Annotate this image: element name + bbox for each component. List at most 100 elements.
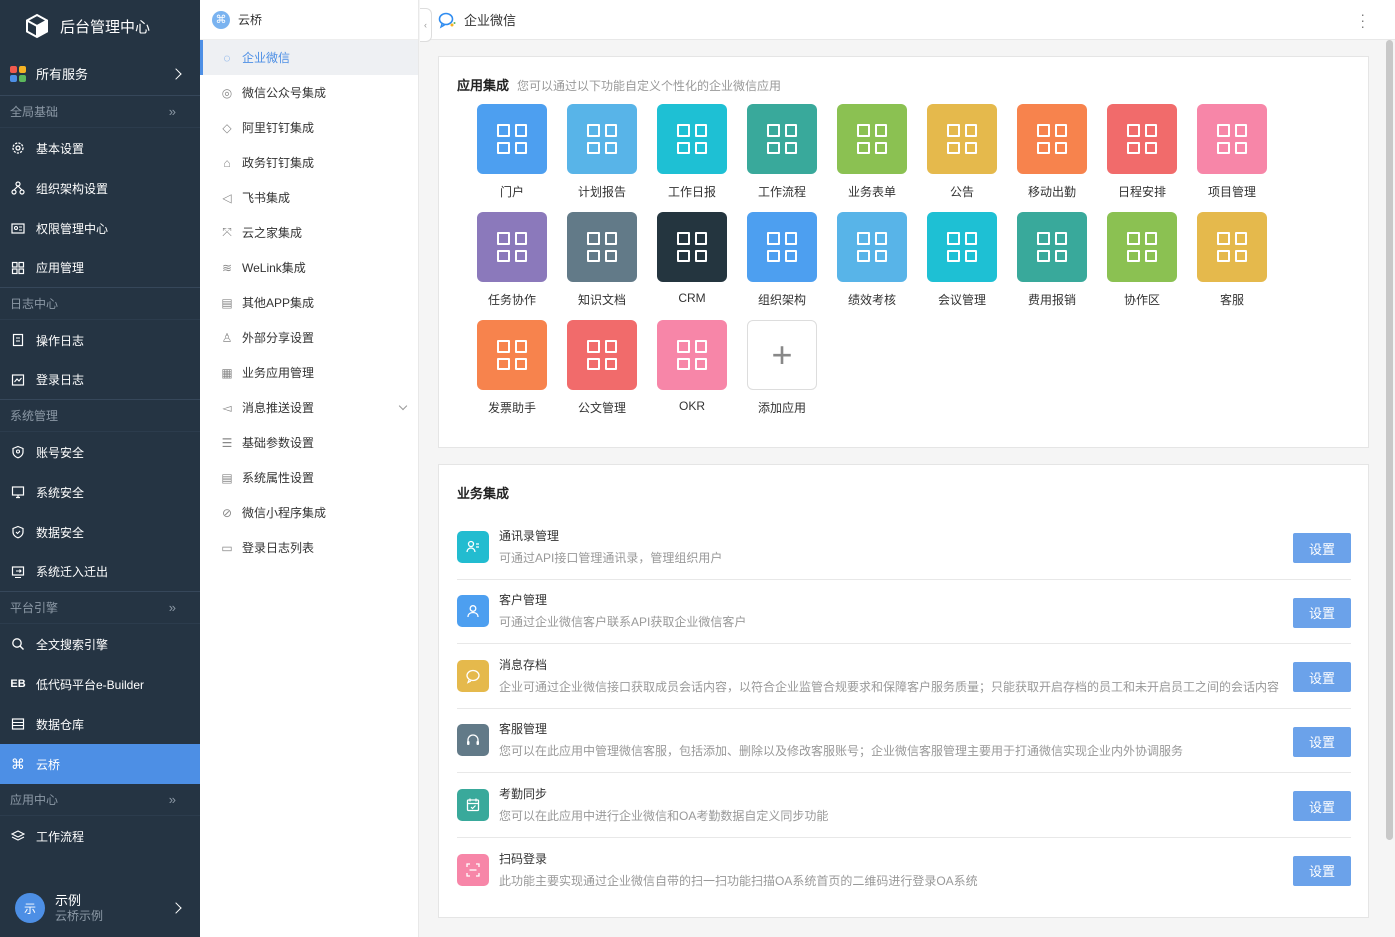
app-tile[interactable]: 发票助手 bbox=[477, 320, 547, 416]
app-icon bbox=[1197, 104, 1267, 174]
submenu-item[interactable]: ▦ 业务应用管理 bbox=[200, 355, 418, 390]
settings-button[interactable]: 设置 bbox=[1293, 533, 1351, 563]
app-tile[interactable]: 移动出勤 bbox=[1017, 104, 1087, 200]
biz-row-text: 考勤同步 您可以在此应用中进行企业微信和OA考勤数据自定义同步功能 bbox=[499, 785, 828, 825]
submenu-item-label: 飞书集成 bbox=[242, 191, 291, 205]
settings-button[interactable]: 设置 bbox=[1293, 791, 1351, 821]
main-content: ‹ 企业微信 · · · 应用集成 您可以通过以下功能自定义个性化的企业微信应用 门户… bbox=[420, 0, 1395, 937]
sidebar-item-data-warehouse[interactable]: 数据仓库 bbox=[0, 704, 200, 744]
app-label: 任务协作 bbox=[487, 293, 536, 307]
sidebar-item-operation-log[interactable]: 操作日志 bbox=[0, 320, 200, 360]
sidebar-item-account-security[interactable]: 账号安全 bbox=[0, 432, 200, 472]
transfer-icon bbox=[10, 564, 26, 580]
section-label: 日志中心 bbox=[10, 297, 59, 311]
section-header-app-center[interactable]: 应用中心 » bbox=[0, 784, 200, 816]
settings-button[interactable]: 设置 bbox=[1293, 855, 1351, 886]
sidebar-item-system-security[interactable]: 系统安全 bbox=[0, 472, 200, 512]
biz-section-title: 业务集成 bbox=[457, 486, 510, 501]
app-tile[interactable]: 协作区 bbox=[1107, 212, 1177, 308]
all-services-button[interactable]: 所有服务 bbox=[0, 52, 200, 96]
submenu-item[interactable]: ◎ 微信公众号集成 bbox=[200, 75, 418, 110]
submenu-item[interactable]: ☰ 基础参数设置 bbox=[200, 425, 418, 460]
sidebar-item-data-security[interactable]: 数据安全 bbox=[0, 512, 200, 552]
sidebar-item-org-settings[interactable]: 组织架构设置 bbox=[0, 168, 200, 208]
collapse-submenu-button[interactable]: ‹ bbox=[420, 8, 432, 42]
app-tile[interactable]: 任务协作 bbox=[477, 212, 547, 308]
submenu-item[interactable]: ▤ 其他APP集成 bbox=[200, 285, 418, 320]
app-tile[interactable]: CRM bbox=[657, 212, 727, 305]
app-tile[interactable]: 项目管理 bbox=[1197, 104, 1267, 200]
biz-row: 扫码登录 此功能主要实现通过企业微信自带的扫一扫功能扫描OA系统首页的二维码进行登… bbox=[457, 838, 1351, 903]
app-tile[interactable]: 工作日报 bbox=[657, 104, 727, 200]
app-label: 发票助手 bbox=[487, 401, 536, 415]
section-header-engine[interactable]: 平台引擎 » bbox=[0, 592, 200, 624]
app-tile[interactable]: 工作流程 bbox=[747, 104, 817, 200]
double-chevron-icon: » bbox=[168, 600, 176, 615]
biz-row: 通讯录管理 可通过API接口管理通讯录，管理组织用户 设置 bbox=[457, 515, 1351, 580]
sidebar-item-app-management[interactable]: 应用管理 bbox=[0, 248, 200, 288]
submenu-item-label: 政务钉钉集成 bbox=[242, 156, 315, 170]
sidebar-item-label: 组织架构设置 bbox=[36, 181, 109, 196]
submenu-item[interactable]: ♙ 外部分享设置 bbox=[200, 320, 418, 355]
add-app-button[interactable]: + 添加应用 bbox=[747, 320, 817, 416]
gear-icon bbox=[10, 140, 26, 156]
submenu-item-label: 其他APP集成 bbox=[242, 296, 315, 310]
biz-row-desc: 企业可通过企业微信接口获取成员会话内容，以符合企业监管合规要求和保障客户服务质量… bbox=[499, 679, 1280, 694]
submenu-item[interactable]: ⊘ 微信小程序集成 bbox=[200, 495, 418, 530]
app-tile[interactable]: 知识文档 bbox=[567, 212, 637, 308]
submenu-item[interactable]: ◇ 阿里钉钉集成 bbox=[200, 110, 418, 145]
sidebar-item-login-log[interactable]: 登录日志 bbox=[0, 360, 200, 400]
app-tile[interactable]: 会议管理 bbox=[927, 212, 997, 308]
section-header-global[interactable]: 全局基础 » bbox=[0, 96, 200, 128]
settings-button[interactable]: 设置 bbox=[1293, 597, 1351, 628]
scrollbar[interactable] bbox=[1386, 40, 1393, 840]
sidebar-item-permission-center[interactable]: 权限管理中心 bbox=[0, 208, 200, 248]
sidebar-item-system-migration[interactable]: 系统迁入迁出 bbox=[0, 552, 200, 592]
app-tile[interactable]: 日程安排 bbox=[1107, 104, 1177, 200]
app-tile[interactable]: 客服 bbox=[1197, 212, 1267, 308]
app-integration-card: 应用集成 您可以通过以下功能自定义个性化的企业微信应用 门户 计划报告 工作日报 工作流… bbox=[438, 56, 1369, 448]
brand-title: 后台管理中心 bbox=[60, 18, 151, 36]
settings-button[interactable]: 设置 bbox=[1293, 662, 1351, 692]
submenu-list: ◌ 企业微信 ◎ 微信公众号集成 ◇ 阿里钉钉集成 ⌂ 政务钉钉集成 ◁ 飞书集成 ⤧ 云之家集成 ≋ W… bbox=[200, 40, 418, 565]
submenu-item-label: 微信公众号集成 bbox=[242, 86, 327, 100]
biz-row-text: 客户管理 可通过企业微信客户联系API获取企业微信客户 bbox=[499, 591, 746, 631]
submenu-item[interactable]: ▤ 系统属性设置 bbox=[200, 460, 418, 495]
submenu-item[interactable]: ◅ 消息推送设置 bbox=[200, 390, 418, 425]
submenu-item[interactable]: ≋ WeLink集成 bbox=[200, 250, 418, 285]
section-header-log[interactable]: 日志中心 bbox=[0, 288, 200, 320]
submenu-item[interactable]: ◌ 企业微信 bbox=[200, 40, 418, 75]
sidebar-item-basic-settings[interactable]: 基本设置 bbox=[0, 128, 200, 168]
app-tile[interactable]: 公告 bbox=[927, 104, 997, 200]
settings-button[interactable]: 设置 bbox=[1293, 726, 1351, 757]
biz-row: 消息存档 企业可通过企业微信接口获取成员会话内容，以符合企业监管合规要求和保障客户… bbox=[457, 644, 1351, 709]
app-tile[interactable]: 计划报告 bbox=[567, 104, 637, 200]
more-vertical-icon[interactable]: · · · bbox=[1360, 7, 1365, 33]
app-tile[interactable]: OKR bbox=[657, 320, 727, 413]
app-tile[interactable]: 费用报销 bbox=[1017, 212, 1087, 308]
sidebar-item-yunqiao[interactable]: ⌘ 云桥 bbox=[0, 744, 200, 784]
app-tile[interactable]: 公文管理 bbox=[567, 320, 637, 416]
app-tile[interactable]: 组织架构 bbox=[747, 212, 817, 308]
app-icon bbox=[1197, 212, 1267, 282]
submenu-item[interactable]: ▭ 登录日志列表 bbox=[200, 530, 418, 565]
app-icon bbox=[1107, 104, 1177, 174]
section-label: 系统管理 bbox=[10, 409, 59, 423]
sidebar-item-ebuilder[interactable]: EB 低代码平台e-Builder bbox=[0, 664, 200, 704]
app-icon bbox=[837, 104, 907, 174]
section-label: 全局基础 bbox=[10, 105, 59, 119]
brand[interactable]: 后台管理中心 bbox=[0, 0, 200, 52]
user-profile[interactable]: 示 示例 云桥示例 bbox=[0, 879, 200, 937]
sidebar-item-workflow[interactable]: 工作流程 bbox=[0, 816, 200, 856]
section-header-system[interactable]: 系统管理 bbox=[0, 400, 200, 432]
app-tile[interactable]: 业务表单 bbox=[837, 104, 907, 200]
submenu-item[interactable]: ⌂ 政务钉钉集成 bbox=[200, 145, 418, 180]
search-icon bbox=[10, 636, 26, 652]
submenu-item[interactable]: ⤧ 云之家集成 bbox=[200, 215, 418, 250]
sidebar-item-fulltext-search[interactable]: 全文搜索引擎 bbox=[0, 624, 200, 664]
app-tile[interactable]: 门户 bbox=[477, 104, 547, 200]
app-tile[interactable]: 绩效考核 bbox=[837, 212, 907, 308]
submenu-item[interactable]: ◁ 飞书集成 bbox=[200, 180, 418, 215]
sidebar-item-label: 操作日志 bbox=[36, 333, 85, 348]
chart-box-icon bbox=[10, 372, 26, 388]
